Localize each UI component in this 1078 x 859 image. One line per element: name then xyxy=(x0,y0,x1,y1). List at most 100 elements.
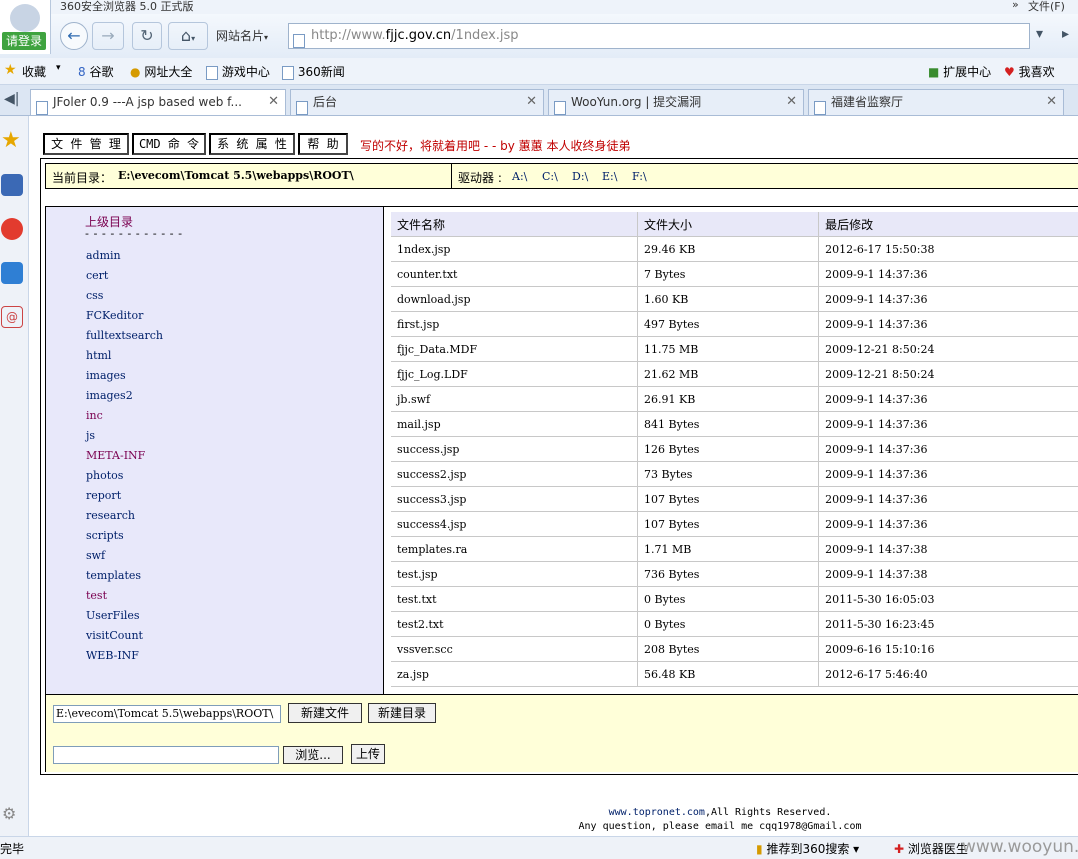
dir-link[interactable]: WEB-INF xyxy=(86,649,139,662)
login-button[interactable]: 请登录 xyxy=(2,32,46,50)
file-name[interactable]: templates.ra xyxy=(391,536,639,562)
file-name[interactable]: success4.jsp xyxy=(391,511,639,537)
col-name: 文件名称 xyxy=(391,212,639,237)
dir-link[interactable]: cert xyxy=(86,269,108,282)
dir-link[interactable]: scripts xyxy=(86,529,124,542)
dir-link[interactable]: swf xyxy=(86,549,105,562)
dir-link[interactable]: inc xyxy=(86,409,103,422)
news-icon[interactable] xyxy=(1,174,23,196)
chevron-down-icon[interactable]: ▾ xyxy=(56,63,61,73)
browse-button[interactable]: 浏览... xyxy=(283,746,343,764)
file-name[interactable]: download.jsp xyxy=(391,286,639,312)
menu-file-manager[interactable]: 文 件 管 理 xyxy=(43,133,129,155)
title-bar: 360安全浏览器 5.0 正式版 » 文件(F) xyxy=(0,0,1078,14)
file-name[interactable]: za.jsp xyxy=(391,661,639,687)
refresh-icon[interactable]: ↻ xyxy=(132,22,162,50)
dir-link[interactable]: META-INF xyxy=(86,449,145,462)
dir-link[interactable]: UserFiles xyxy=(86,609,140,622)
drive-e[interactable]: E:\ xyxy=(602,170,617,183)
file-menu[interactable]: 文件(F) xyxy=(1028,0,1065,14)
mail-icon[interactable]: @ xyxy=(1,306,23,328)
star-icon[interactable]: ★ xyxy=(1,130,23,152)
browser-doctor-button[interactable]: ✚ 浏览器医生 xyxy=(894,840,968,857)
gear-icon[interactable]: ⚙ xyxy=(2,804,16,823)
close-icon[interactable]: ✕ xyxy=(786,90,797,114)
file-name[interactable]: test2.txt xyxy=(391,611,639,637)
site-card-button[interactable]: 网站名片▾ xyxy=(216,23,284,49)
dir-link[interactable]: css xyxy=(86,289,103,302)
sidebar-toggle-icon[interactable]: ◀| xyxy=(4,91,19,107)
file-name[interactable]: mail.jsp xyxy=(391,411,639,437)
dir-link[interactable]: images2 xyxy=(86,389,133,402)
dir-link[interactable]: html xyxy=(86,349,111,362)
file-name[interactable]: success3.jsp xyxy=(391,486,639,512)
dir-link[interactable]: photos xyxy=(86,469,123,482)
tab-backend[interactable]: 后台 ✕ xyxy=(290,89,544,115)
search-recommend-button[interactable]: ▮ 推荐到360搜索 ▾ xyxy=(756,840,859,857)
menu-help[interactable]: 帮 助 xyxy=(298,133,348,155)
drive-a[interactable]: A:\ xyxy=(512,170,527,183)
dir-link[interactable]: test xyxy=(86,589,107,602)
dir-link[interactable]: visitCount xyxy=(86,629,143,642)
close-icon[interactable]: ✕ xyxy=(268,90,279,114)
file-name[interactable]: counter.txt xyxy=(391,261,639,287)
table-row: test2.txt 0 Bytes 2011-5-30 16:23:45 xyxy=(391,611,1078,637)
close-icon[interactable]: ✕ xyxy=(1046,90,1057,114)
drive-c[interactable]: C:\ xyxy=(542,170,558,183)
file-modified: 2012-6-17 5:46:40 xyxy=(818,661,1078,687)
tab-label: JFoler 0.9 ---A jsp based web f... xyxy=(53,95,242,109)
footer-link[interactable]: www.topronet.com xyxy=(609,807,705,818)
footer-rights: ,All Rights Reserved. xyxy=(704,807,832,818)
address-dropdown-icon[interactable]: ▾ xyxy=(1036,26,1043,42)
file-name[interactable]: fjjc_Data.MDF xyxy=(391,336,639,362)
tab-label: WooYun.org | 提交漏洞 xyxy=(571,95,702,109)
mobile-icon[interactable] xyxy=(1,262,23,284)
favorite-item-news[interactable]: 360新闻 xyxy=(282,63,345,80)
file-name[interactable]: success2.jsp xyxy=(391,461,639,487)
weibo-icon[interactable] xyxy=(1,218,23,240)
avatar[interactable]: 请登录 xyxy=(0,0,51,54)
menu-system-props[interactable]: 系 统 属 性 xyxy=(209,133,295,155)
dir-link[interactable]: FCKeditor xyxy=(86,309,143,322)
file-name[interactable]: jb.swf xyxy=(391,386,639,412)
favorites-collect[interactable]: 收藏 xyxy=(22,63,46,80)
close-icon[interactable]: ✕ xyxy=(526,90,537,114)
dir-link[interactable]: fulltextsearch xyxy=(86,329,163,342)
new-file-button[interactable]: 新建文件 xyxy=(288,703,362,723)
dir-link[interactable]: images xyxy=(86,369,126,382)
url-prefix: http://www. xyxy=(311,28,386,43)
path-input[interactable]: E:\evecom\Tomcat 5.5\webapps\ROOT\ xyxy=(53,705,281,723)
dir-link[interactable]: js xyxy=(86,429,95,442)
tab-fjjc[interactable]: 福建省监察厅 ✕ xyxy=(808,89,1064,115)
menu-more-icon[interactable]: » xyxy=(1012,0,1019,11)
favorite-item-google[interactable]: 8 谷歌 xyxy=(78,63,113,80)
favorite-item-games[interactable]: 游戏中心 xyxy=(206,63,270,80)
tab-wooyun[interactable]: WooYun.org | 提交漏洞 ✕ xyxy=(548,89,804,115)
back-icon[interactable]: ← xyxy=(60,22,88,50)
drive-d[interactable]: D:\ xyxy=(572,170,588,183)
file-name[interactable]: success.jsp xyxy=(391,436,639,462)
dir-link[interactable]: report xyxy=(86,489,121,502)
dir-link[interactable]: research xyxy=(86,509,135,522)
tab-jfoler[interactable]: JFoler 0.9 ---A jsp based web f... ✕ xyxy=(30,89,286,115)
file-name[interactable]: test.jsp xyxy=(391,561,639,587)
drive-f[interactable]: F:\ xyxy=(632,170,647,183)
home-icon[interactable]: ⌂▾ xyxy=(168,22,208,50)
dir-link[interactable]: templates xyxy=(86,569,141,582)
new-dir-button[interactable]: 新建目录 xyxy=(368,703,436,723)
like-button[interactable]: ♥ 我喜欢 xyxy=(1004,63,1055,80)
upload-button[interactable]: 上传 xyxy=(351,744,385,764)
menu-cmd[interactable]: CMD 命 令 xyxy=(132,133,206,155)
extensions-button[interactable]: ■ 扩展中心 xyxy=(928,63,991,80)
file-name[interactable]: fjjc_Log.LDF xyxy=(391,361,639,387)
file-name[interactable]: test.txt xyxy=(391,586,639,612)
file-name[interactable]: 1ndex.jsp xyxy=(391,236,639,262)
file-name[interactable]: vssver.scc xyxy=(391,636,639,662)
forward-icon[interactable]: → xyxy=(92,22,124,50)
upload-file-input[interactable] xyxy=(53,746,279,764)
file-name[interactable]: first.jsp xyxy=(391,311,639,337)
dir-link[interactable]: admin xyxy=(86,249,121,262)
address-bar[interactable]: http://www.fjjc.gov.cn/1ndex.jsp xyxy=(288,23,1030,49)
favorite-item-nav[interactable]: ● 网址大全 xyxy=(130,63,192,80)
go-icon[interactable]: ▸ xyxy=(1062,26,1069,42)
